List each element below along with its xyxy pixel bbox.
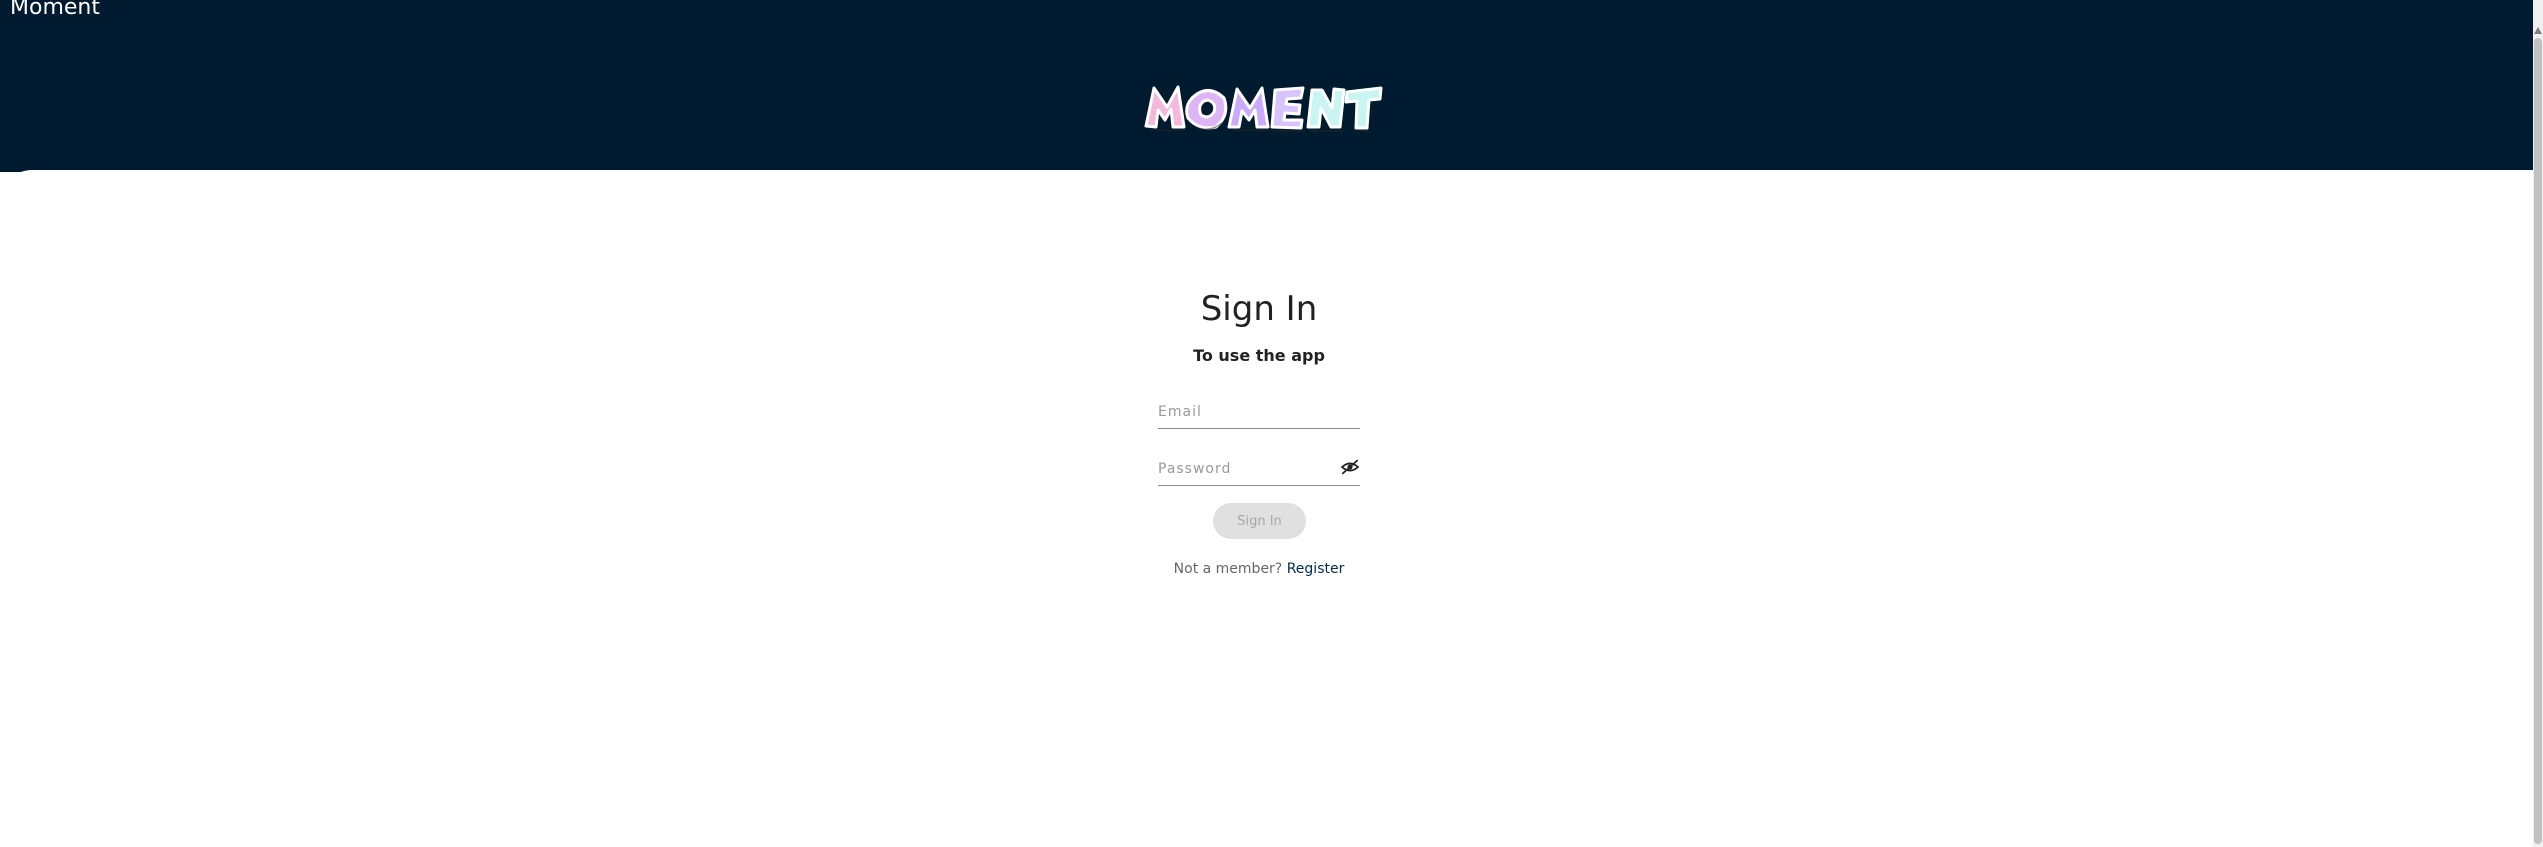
register-row: Not a member? Register (1109, 561, 1409, 577)
eye-slash-icon[interactable] (1340, 459, 1360, 475)
app-header: Moment (0, 0, 2533, 172)
signin-subtitle: To use the app (1193, 346, 1325, 365)
app-window: Moment Sign In To use the app Email Sign… (0, 0, 2543, 847)
signin-title: Sign In (1200, 289, 1318, 329)
email-input[interactable] (1158, 398, 1328, 426)
signin-panel: Sign In To use the app Sign In Not a mem… (0, 170, 2533, 847)
moment-logo (1144, 85, 1383, 132)
register-link[interactable]: Register (1287, 561, 1345, 577)
password-field (1158, 455, 1360, 486)
register-prompt: Not a member? (1173, 561, 1283, 577)
email-field (1158, 398, 1360, 429)
vertical-scrollbar[interactable] (2533, 0, 2543, 847)
window-title: Moment (10, 0, 100, 20)
chevron-up-icon[interactable] (2534, 27, 2542, 34)
password-input[interactable] (1158, 455, 1328, 483)
scrollbar-thumb[interactable] (2534, 38, 2542, 844)
signin-button[interactable]: Sign In (1213, 503, 1306, 539)
